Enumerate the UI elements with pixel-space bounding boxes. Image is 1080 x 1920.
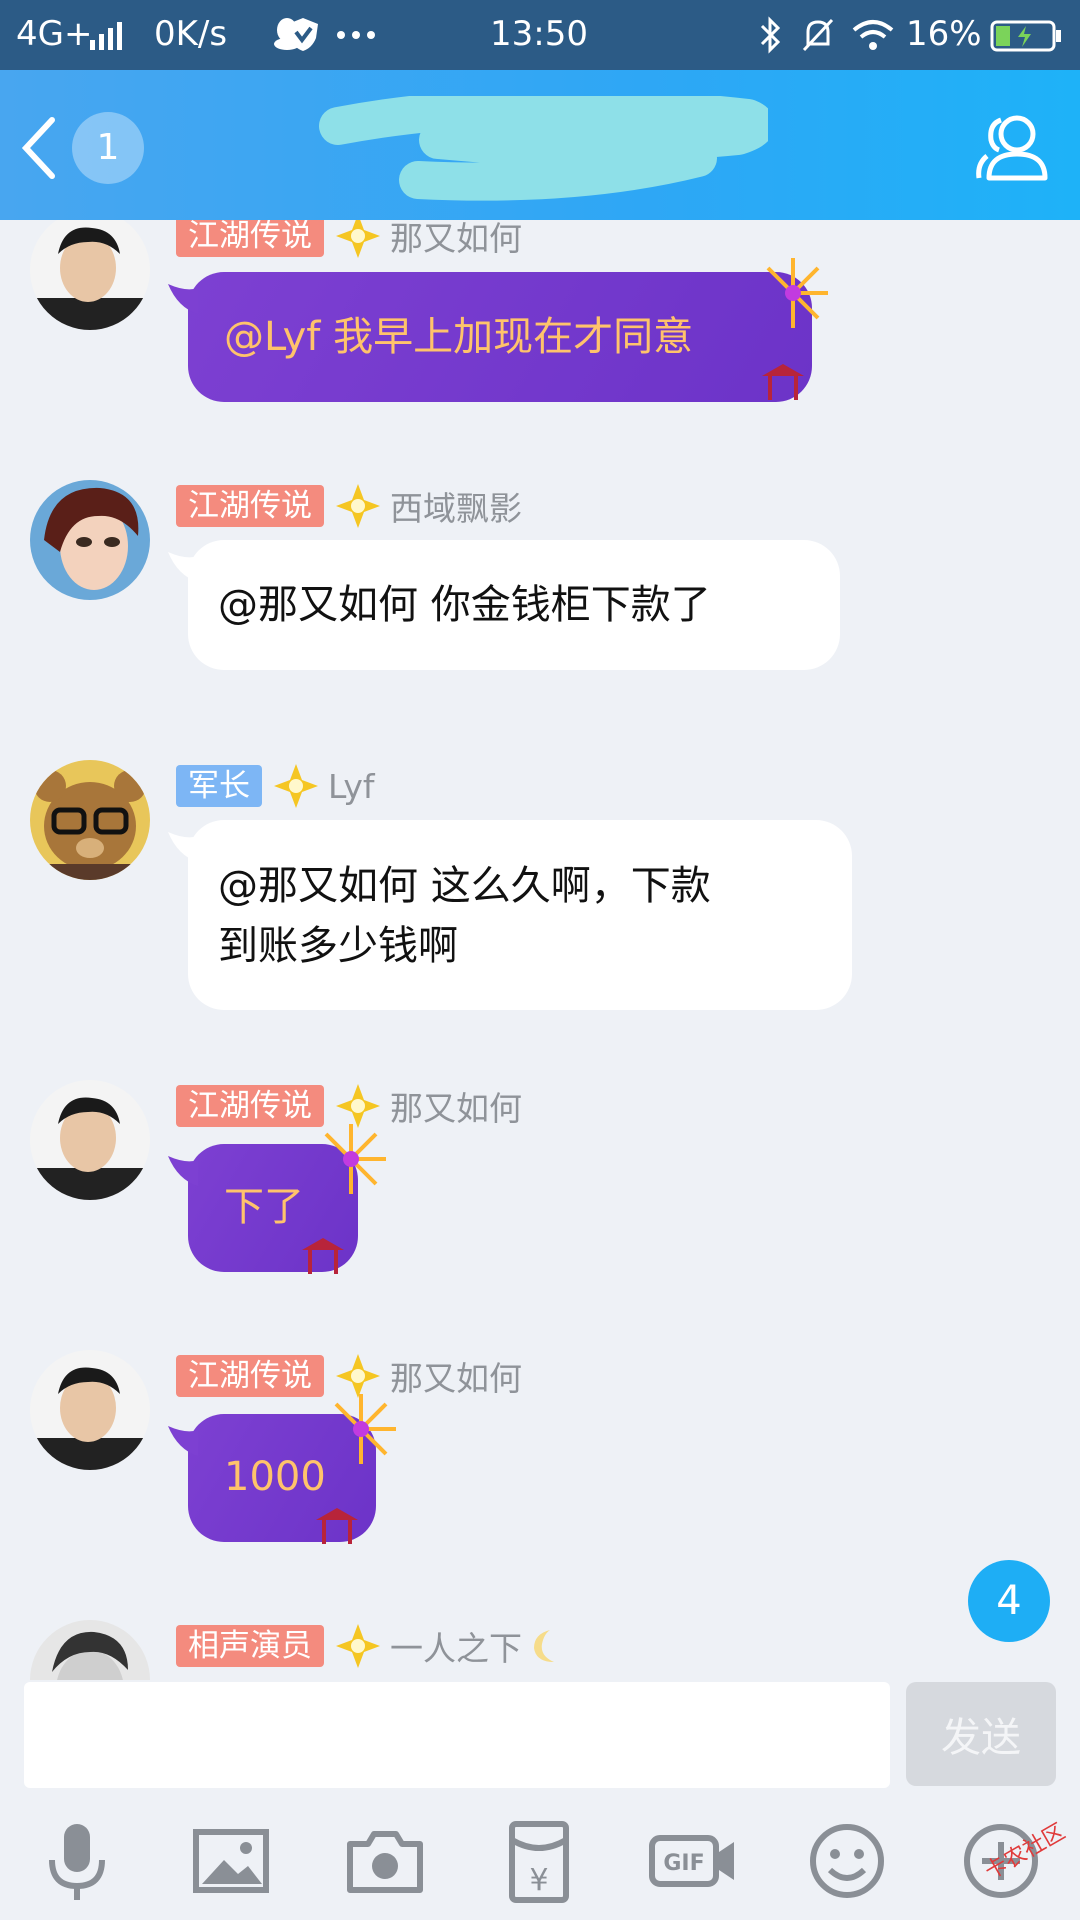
role-tag: 江湖传说 (176, 1355, 324, 1397)
avatar[interactable] (30, 1350, 150, 1470)
pavilion-decoration-icon (762, 364, 804, 400)
sender-nickname: 那又如何 (390, 1359, 522, 1398)
yen-symbol: ¥ (529, 1863, 548, 1898)
group-members-icon (976, 115, 1048, 181)
bubble-tail (168, 1426, 198, 1456)
redacted-title-scribble (319, 96, 768, 201)
chevron-left-icon (21, 117, 55, 179)
message-input[interactable] (24, 1682, 890, 1788)
role-tag: 相声演员 (176, 1625, 324, 1667)
role-tag: 江湖传说 (176, 1085, 324, 1127)
message-text-line: 到账多少钱啊 (218, 923, 458, 969)
more-dots-icon (337, 31, 375, 39)
message-text: 下了 (224, 1184, 304, 1230)
chat-header: 1 (0, 70, 1080, 220)
avatar[interactable] (30, 480, 150, 600)
shield-icon (288, 18, 318, 51)
role-tag: 江湖传说 (176, 485, 324, 527)
back-button[interactable]: 1 (18, 112, 148, 184)
message-bubble[interactable]: @那又如何 你金钱柜下款了 (168, 540, 840, 670)
sender-info: 相声演员 一人之下 (176, 1622, 564, 1668)
avatar-photo (30, 1080, 150, 1200)
pavilion-decoration-icon (302, 1238, 344, 1274)
bubble-tail (168, 1156, 198, 1186)
avatar[interactable] (30, 1080, 150, 1200)
sender-nickname: 那又如何 (390, 220, 522, 258)
message-text-line: @那又如何 这么久啊，下款 (218, 863, 711, 909)
message-bubble[interactable]: 下了 (168, 1124, 386, 1274)
clock: 13:50 (490, 14, 588, 54)
message-item: 军长 Lyf @那又如何 这么久啊，下款 到账多少钱啊 (0, 760, 1080, 1060)
message-item: 相声演员 一人之下 (0, 1620, 1080, 1680)
sender-nickname: 那又如何 (390, 1089, 522, 1128)
bubble-tail (168, 284, 198, 314)
message-bubble[interactable]: @Lyf 我早上加现在才同意 (168, 258, 828, 402)
message-item: 江湖传说 那又如何 1000 (0, 1350, 1080, 1600)
message-bubble[interactable]: 1000 (168, 1394, 396, 1544)
sender-nickname: 西域飘影 (390, 489, 522, 528)
firework-decoration-icon (334, 1394, 396, 1464)
firework-decoration-icon (766, 258, 828, 328)
sender-nickname: 一人之下 (390, 1629, 522, 1668)
level-star-icon (274, 764, 318, 808)
message-text: @Lyf 我早上加现在才同意 (224, 314, 694, 360)
image-icon[interactable] (186, 1816, 276, 1906)
level-star-icon (336, 484, 380, 528)
sender-info: 江湖传说 西域飘影 (176, 482, 522, 528)
level-star-icon (336, 220, 380, 258)
bubble-tail (168, 552, 198, 582)
group-members-button[interactable] (975, 108, 1055, 188)
new-message-count-badge[interactable]: 4 (968, 1560, 1050, 1642)
avatar-photo (30, 1620, 150, 1680)
network-speed: 0K/s (154, 14, 228, 54)
signal-icon (90, 22, 122, 50)
avatar[interactable] (30, 1620, 150, 1680)
microphone-icon[interactable] (32, 1816, 122, 1906)
pavilion-decoration-icon (316, 1508, 358, 1544)
input-toolbar: ¥ GIF (0, 1810, 1080, 1920)
network-type: 4G+ (16, 14, 93, 54)
message-item: 江湖传说 那又如何 @Lyf 我早上加现在才同意 (0, 220, 1080, 470)
avatar-photo (30, 480, 150, 600)
mute-icon (802, 18, 834, 52)
bluetooth-icon (760, 16, 781, 54)
role-tag: 江湖传说 (176, 220, 324, 257)
message-list[interactable]: 江湖传说 那又如何 @Lyf 我早上加现在才同意 江湖传说 西域飘影 @那又如何 你… (0, 220, 1080, 1680)
camera-icon[interactable] (340, 1816, 430, 1906)
send-button[interactable]: 发送 (906, 1682, 1056, 1786)
sender-info: 军长 Lyf (176, 762, 375, 808)
level-star-icon (336, 1624, 380, 1668)
message-bubble[interactable]: @那又如何 这么久啊，下款 到账多少钱啊 (168, 820, 852, 1010)
battery-icon (990, 20, 1061, 52)
message-text: @那又如何 你金钱柜下款了 (218, 582, 711, 628)
avatar[interactable] (30, 760, 150, 880)
gif-icon[interactable]: GIF (648, 1816, 738, 1906)
input-bar: 发送 (0, 1680, 1080, 1790)
role-tag: 军长 (176, 765, 262, 807)
gif-label: GIF (663, 1851, 704, 1876)
message-item: 江湖传说 西域飘影 @那又如何 你金钱柜下款了 (0, 480, 1080, 730)
moon-icon (534, 1630, 554, 1662)
message-item: 江湖传说 那又如何 下了 (0, 1080, 1080, 1330)
sender-info: 江湖传说 那又如何 (176, 220, 522, 258)
red-packet-icon[interactable]: ¥ (494, 1816, 584, 1906)
emoji-icon[interactable] (802, 1816, 892, 1906)
avatar-photo (30, 1350, 150, 1470)
wifi-icon (852, 20, 894, 50)
message-text: 1000 (224, 1454, 326, 1500)
avatar-photo (30, 220, 150, 330)
firework-decoration-icon (324, 1124, 386, 1194)
avatar[interactable] (30, 220, 150, 330)
battery-percent: 16% (906, 14, 982, 54)
status-bar: 4G+ 0K/s 13:50 16% (0, 0, 1080, 70)
avatar-photo (30, 760, 150, 880)
bubble-tail (168, 832, 198, 862)
unread-count-badge: 1 (72, 112, 144, 184)
sender-nickname: Lyf (328, 766, 375, 806)
